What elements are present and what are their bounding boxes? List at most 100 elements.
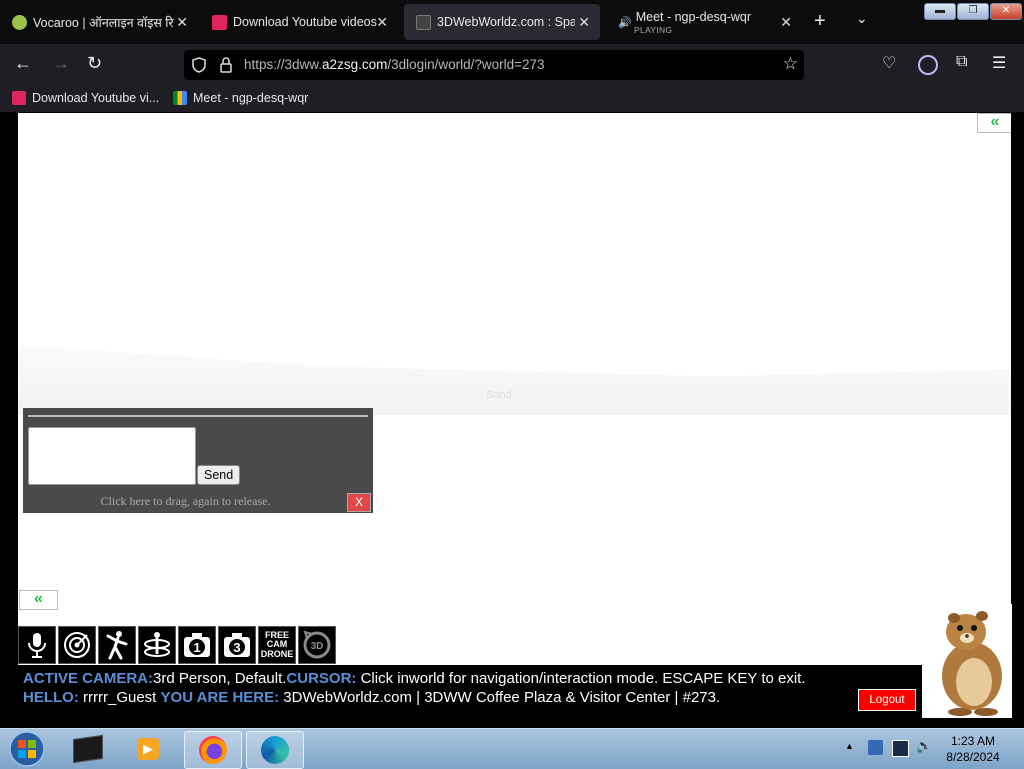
window-close-button[interactable]: ✕ [990, 3, 1022, 20]
cursor-value: Click inworld for navigation/interaction… [356, 670, 806, 687]
status-row-location: HELLO: rrrrr_Guest YOU ARE HERE: 3DWebWo… [23, 689, 720, 706]
url-text: https://3dww.a2zsg.com/3dlogin/world/?wo… [244, 57, 545, 72]
browser-toolbar: ← → ↻ https://3dww.a2zsg.com/3dlogin/wor… [0, 44, 1024, 86]
hello-label: HELLO: [23, 689, 79, 706]
new-tab-icon[interactable]: + [814, 10, 826, 33]
speaker-playing-icon[interactable]: 🔊 [618, 16, 632, 29]
bookmark-google-meet[interactable]: Meet - ngp-desq-wqr [173, 91, 308, 105]
3dww-favicon-icon [416, 14, 431, 30]
download-favicon-icon [12, 91, 26, 105]
tab-title: Meet - ngp-desq-wqr [635, 10, 752, 24]
camera-3-icon: 3 [224, 633, 250, 657]
download-favicon-icon [212, 14, 227, 30]
3d-view-button[interactable]: 3D [298, 626, 336, 664]
shield-icon[interactable] [192, 57, 206, 73]
taskbar-app-firefox[interactable] [184, 731, 242, 769]
minimize-button[interactable]: ▬ [924, 3, 956, 20]
location-value: 3DWebWorldz.com | 3DWW Coffee Plaza & Vi… [279, 689, 721, 706]
edge-icon [261, 736, 289, 764]
hamburger-menu-icon[interactable]: ☰ [992, 53, 1006, 73]
tab-close-icon[interactable]: ✕ [578, 14, 590, 31]
windows-start-orb-icon [9, 731, 45, 767]
world-viewport[interactable]: Sand « Send Click here to drag, again to… [18, 113, 1011, 665]
camera-value: 3rd Person, Default. [153, 670, 287, 687]
bookmarks-bar: Download Youtube vi... Meet - ngp-desq-w… [0, 86, 1024, 112]
tray-volume-icon[interactable]: 🔊 [916, 738, 932, 753]
extensions-puzzle-icon[interactable]: ⧉ [956, 53, 967, 71]
chat-input[interactable] [28, 427, 196, 485]
free-cam-drone-button[interactable]: FREE CAM DRONE [258, 626, 296, 664]
hamster-icon [942, 611, 1002, 716]
start-button[interactable] [2, 731, 52, 767]
free-cam-drone-icon: FREE CAM DRONE [260, 629, 294, 659]
bookmark-star-icon[interactable]: ☆ [783, 54, 798, 74]
dance-figure-icon [106, 631, 128, 660]
collapse-top-right-button[interactable]: « [977, 113, 1011, 133]
microphone-icon [28, 633, 46, 658]
collapse-toolbar-button[interactable]: « [19, 590, 58, 610]
target-button[interactable] [58, 626, 96, 664]
double-chevron-left-icon: « [34, 590, 43, 607]
tab-close-icon[interactable]: ✕ [780, 14, 792, 31]
reload-icon[interactable]: ↻ [87, 53, 102, 74]
microphone-button[interactable] [18, 626, 56, 664]
svg-text:3: 3 [233, 640, 240, 655]
camera-first-person-button[interactable]: 1 [178, 626, 216, 664]
address-bar[interactable]: https://3dww.a2zsg.com/3dlogin/world/?wo… [184, 50, 804, 80]
tab-close-icon[interactable]: ✕ [176, 14, 188, 31]
dance-button[interactable] [98, 626, 136, 664]
lock-icon[interactable] [220, 57, 232, 73]
3d-rotate-icon: 3D [303, 630, 331, 659]
tray-expand-icon[interactable]: ▲ [845, 741, 860, 756]
taskbar-app-terminal[interactable] [60, 731, 116, 767]
taskbar-app-media-player[interactable]: ▶ [120, 731, 176, 767]
restore-button[interactable]: ❐ [957, 3, 989, 20]
ground-plane [18, 345, 1011, 415]
pocket-icon[interactable]: ♡ [882, 53, 896, 73]
logout-button[interactable]: Logout [858, 689, 916, 711]
tab-youtube-downloader[interactable]: Download Youtube videos ✕ [200, 4, 398, 40]
bookmark-youtube-downloader[interactable]: Download Youtube vi... [12, 91, 159, 105]
taskbar-clock[interactable]: 1:23 AM 8/28/2024 [940, 733, 1006, 765]
tab-playing-label: PLAYING [634, 25, 673, 35]
account-icon[interactable] [918, 55, 938, 75]
chat-panel[interactable]: Send Click here to drag, again to releas… [23, 408, 373, 513]
terminal-window-icon [73, 734, 103, 764]
tab-3dwebworldz[interactable]: 3DWebWorldz.com : Spac ✕ [404, 4, 600, 40]
tray-network-icon[interactable] [892, 740, 909, 757]
tab-google-meet[interactable]: 🔊 Meet - ngp-desq-wqr PLAYING ✕ [604, 4, 802, 40]
double-chevron-left-icon: « [990, 113, 1000, 130]
camera-third-person-button[interactable]: 3 [218, 626, 256, 664]
target-icon [64, 632, 90, 658]
status-row-camera: ACTIVE CAMERA:3rd Person, Default.CURSOR… [23, 670, 806, 687]
clock-date: 8/28/2024 [946, 750, 1000, 764]
tab-title: Vocaroo | ऑनलाइन वॉइस रि [33, 15, 174, 30]
back-arrow-icon[interactable]: ← [14, 53, 32, 74]
windows-taskbar: ▶ ▲ 🔊 1:23 AM 8/28/2024 [0, 728, 1024, 769]
chat-drag-handle[interactable]: Click here to drag, again to release. [23, 494, 348, 509]
firefox-icon [199, 736, 227, 764]
chevron-down-icon[interactable]: ⌄ [856, 10, 868, 27]
chat-divider [28, 415, 368, 417]
svg-text:1: 1 [193, 640, 200, 655]
ground-label: Sand [486, 389, 512, 401]
world-toolbar: 1 3 FREE CAM DRONE 3D [18, 625, 338, 665]
tab-title: Download Youtube videos [233, 15, 377, 29]
media-player-icon: ▶ [137, 738, 159, 760]
status-bar: ACTIVE CAMERA:3rd Person, Default.CURSOR… [18, 665, 922, 717]
taskbar-app-edge[interactable] [246, 731, 304, 769]
send-button[interactable]: Send [197, 465, 241, 485]
tab-title: 3DWebWorldz.com : Spac [437, 15, 575, 29]
browser-tab-bar: Vocaroo | ऑनलाइन वॉइस रि ✕ Download Yout… [0, 0, 1024, 44]
forward-arrow-icon[interactable]: → [52, 53, 70, 74]
username: rrrrr_Guest [78, 689, 161, 706]
tray-security-icon[interactable] [868, 740, 883, 755]
spin-button[interactable] [138, 626, 176, 664]
chat-close-button[interactable]: X [347, 493, 371, 512]
svg-text:3D: 3D [311, 641, 324, 652]
spin-figure-icon [144, 632, 170, 657]
vocaroo-favicon-icon [12, 14, 27, 30]
tab-close-icon[interactable]: ✕ [376, 14, 388, 31]
tab-vocaroo[interactable]: Vocaroo | ऑनलाइन वॉइस रि ✕ [0, 4, 198, 40]
bookmark-label: Download Youtube vi... [32, 91, 160, 105]
